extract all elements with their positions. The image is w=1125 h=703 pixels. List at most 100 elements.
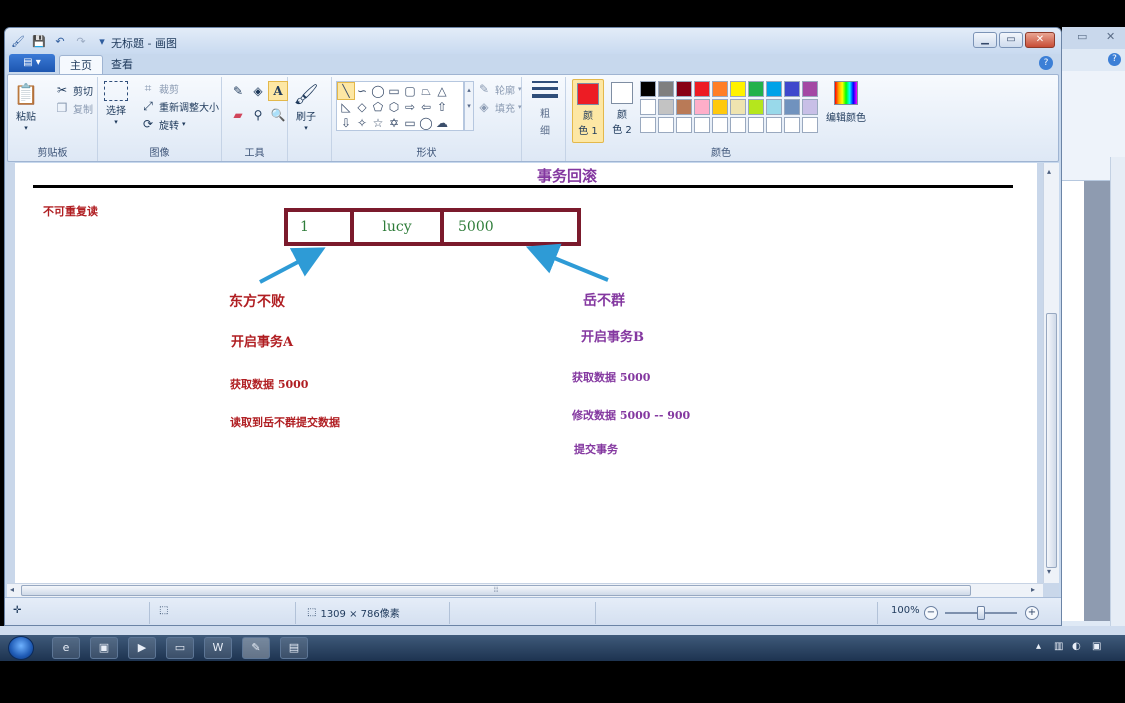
oval-callout-shape-icon[interactable]: ◯	[418, 115, 434, 131]
undo-icon[interactable]: ↶	[53, 34, 67, 48]
eraser-icon[interactable]: ▰	[228, 105, 248, 125]
scroll-up-icon[interactable]: ▴	[1047, 167, 1051, 176]
help-icon[interactable]: ?	[1039, 56, 1053, 70]
right-triangle-shape-icon[interactable]: ◺	[338, 99, 354, 115]
palette-swatch[interactable]	[694, 99, 710, 115]
window-icon[interactable]: ▤	[280, 637, 308, 659]
save-icon[interactable]: 💾	[32, 34, 46, 48]
folder-icon[interactable]: ▭	[166, 637, 194, 659]
palette-swatch[interactable]	[730, 81, 746, 97]
minimize-icon[interactable]: ▭	[1077, 30, 1087, 43]
up-arrow-shape-icon[interactable]: ⇧	[434, 99, 450, 115]
four-point-star-shape-icon[interactable]: ✧	[354, 115, 370, 131]
help-icon[interactable]: ?	[1108, 53, 1121, 66]
fill-button[interactable]: ◈ 填充 ▾	[476, 99, 521, 115]
media-icon[interactable]: ▶	[128, 637, 156, 659]
palette-swatch[interactable]	[766, 81, 782, 97]
palette-swatch[interactable]	[694, 117, 710, 133]
rectangle-callout-shape-icon[interactable]: ▭	[402, 115, 418, 131]
copy-button[interactable]: ❐ 复制	[54, 100, 93, 116]
outline-button[interactable]: ✎ 轮廓 ▾	[476, 81, 522, 97]
hexagon-shape-icon[interactable]: ⬡	[386, 99, 402, 115]
scroll-right-icon[interactable]: ▸	[1031, 585, 1035, 594]
right-arrow-shape-icon[interactable]: ⇨	[402, 99, 418, 115]
rounded-rectangle-shape-icon[interactable]: ▢	[402, 83, 418, 99]
palette-swatch[interactable]	[784, 99, 800, 115]
palette-swatch[interactable]	[730, 117, 746, 133]
shapes-gallery-scroll[interactable]: ▴ ▾	[464, 81, 474, 131]
vertical-scroll-thumb[interactable]	[1046, 313, 1057, 568]
palette-swatch[interactable]	[784, 81, 800, 97]
cut-button[interactable]: ✂ 剪切	[54, 82, 93, 98]
edit-colors-button[interactable]: 编辑颜色	[822, 81, 870, 124]
line-shape-icon[interactable]: ╲	[337, 82, 355, 100]
tab-home[interactable]: 主页	[59, 55, 103, 75]
palette-swatch[interactable]	[730, 99, 746, 115]
paint-app-icon[interactable]: 🖌	[11, 34, 25, 48]
network-icon[interactable]: ▥	[1054, 641, 1063, 652]
palette-swatch[interactable]	[748, 81, 764, 97]
palette-swatch[interactable]	[676, 81, 692, 97]
ie-icon[interactable]: e	[52, 637, 80, 659]
rotate-button[interactable]: ⟳ 旋转 ▾	[140, 116, 186, 132]
palette-swatch[interactable]	[802, 117, 818, 133]
paint-icon[interactable]: ✎	[242, 637, 270, 659]
palette-swatch[interactable]	[658, 81, 674, 97]
palette-swatch[interactable]	[784, 117, 800, 133]
palette-swatch[interactable]	[640, 81, 656, 97]
resize-button[interactable]: ⤢ 重新调整大小	[140, 98, 219, 114]
drawing-canvas[interactable]: 事务回滚 不可重复读 1 lucy 5000 东方不败 开启事务A 获取数据 5…	[15, 163, 1037, 583]
app-icon[interactable]: ▣	[90, 637, 118, 659]
scroll-down-icon[interactable]: ▾	[1047, 567, 1051, 576]
palette-swatch[interactable]	[712, 81, 728, 97]
app-menu-button[interactable]: ▤ ▾	[9, 54, 55, 72]
palette-swatch[interactable]	[766, 99, 782, 115]
rectangle-shape-icon[interactable]: ▭	[386, 83, 402, 99]
tab-view[interactable]: 查看	[101, 55, 143, 75]
start-button[interactable]	[8, 636, 34, 660]
vertical-scrollbar[interactable]: ▴ ▾	[1043, 163, 1059, 583]
palette-swatch[interactable]	[658, 117, 674, 133]
display-icon[interactable]: ▣	[1092, 641, 1101, 652]
zoom-slider-thumb[interactable]	[977, 606, 985, 620]
palette-swatch[interactable]	[802, 81, 818, 97]
diamond-shape-icon[interactable]: ◇	[354, 99, 370, 115]
minimize-button[interactable]: ▁	[973, 32, 997, 48]
close-icon[interactable]: ✕	[1106, 30, 1115, 43]
color2-button[interactable]: 颜 色 2	[606, 79, 638, 143]
palette-swatch[interactable]	[640, 99, 656, 115]
show-hidden-icons-icon[interactable]: ▴	[1036, 641, 1041, 652]
volume-icon[interactable]: ◐	[1072, 641, 1081, 652]
palette-swatch[interactable]	[676, 117, 692, 133]
palette-swatch[interactable]	[748, 99, 764, 115]
horizontal-scroll-thumb[interactable]: ⦙⦙⦙	[21, 585, 971, 596]
cloud-callout-shape-icon[interactable]: ☁	[434, 115, 450, 131]
word-icon[interactable]: W	[204, 637, 232, 659]
zoom-out-button[interactable]: −	[924, 606, 938, 620]
size-button[interactable]: 粗 细	[532, 81, 558, 137]
paste-button[interactable]: 📋 粘贴 ▾	[14, 81, 39, 132]
palette-swatch[interactable]	[640, 117, 656, 133]
palette-swatch[interactable]	[766, 117, 782, 133]
palette-swatch[interactable]	[712, 99, 728, 115]
brushes-button[interactable]: 🖌 刷子 ▾	[293, 81, 318, 132]
triangle-shape-icon[interactable]: △	[434, 83, 450, 99]
palette-swatch[interactable]	[676, 99, 692, 115]
palette-swatch[interactable]	[748, 117, 764, 133]
select-button[interactable]: 选择 ▾	[104, 81, 128, 126]
crop-button[interactable]: ⌗ 裁剪	[140, 80, 179, 96]
fill-bucket-icon[interactable]: ◈	[248, 81, 268, 101]
color-picker-icon[interactable]: ⚲	[248, 105, 268, 125]
palette-swatch[interactable]	[658, 99, 674, 115]
maximize-button[interactable]: ▭	[999, 32, 1023, 48]
palette-swatch[interactable]	[712, 117, 728, 133]
palette-swatch[interactable]	[802, 99, 818, 115]
pentagon-shape-icon[interactable]: ⬠	[370, 99, 386, 115]
zoom-in-button[interactable]: +	[1025, 606, 1039, 620]
background-app-scrollbar[interactable]	[1110, 157, 1125, 635]
palette-swatch[interactable]	[694, 81, 710, 97]
text-tool-icon[interactable]: A	[268, 81, 288, 101]
left-arrow-shape-icon[interactable]: ⇦	[418, 99, 434, 115]
pencil-icon[interactable]: ✎	[228, 81, 248, 101]
horizontal-scrollbar[interactable]: ◂ ⦙⦙⦙ ▸	[7, 583, 1043, 597]
